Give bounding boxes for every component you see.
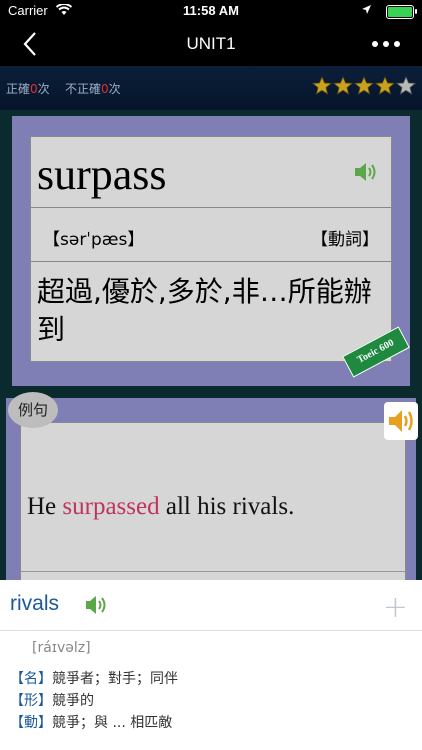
definition-row: 【名】競爭者；對手；同伴 [10,671,178,687]
clock: 11:58 AM [183,3,239,18]
add-word-button[interactable]: + [383,590,408,625]
example-label: 例句 [8,392,58,428]
divider [31,261,391,262]
more-options-icon[interactable] [372,41,400,47]
speaker-icon [389,410,413,432]
meaning-text: 超過,優於,多於,非…所能辦到 [37,275,372,346]
word-lookup-popup: rivals + [ráɪvəlz] 【名】競爭者；對手；同伴 【形】競爭的 【… [0,580,422,750]
location-arrow-icon [362,5,371,14]
definition-row: 【形】競爭的 [10,693,94,709]
divider [31,207,391,208]
wrong-count: 0 [100,82,109,96]
example-sentence: He surpassed all his rivals. [27,493,295,520]
example-card: He surpassed all his rivals. 例句 [6,392,418,614]
speaker-icon[interactable] [84,594,108,616]
divider [21,571,405,572]
lookup-word: rivals [10,592,60,615]
star-icon [375,76,395,95]
star-rating [312,76,416,96]
page-title: UNIT1 [186,34,236,53]
phonetic-text: 【sərˈpæs】 [43,230,145,250]
part-of-speech: 【動詞】 [311,230,379,250]
word-text: surpass [37,150,167,199]
example-speaker-button[interactable] [384,402,418,440]
divider [0,630,422,631]
star-icon [312,76,332,95]
word-card-inner: surpass 【sərˈpæs】 【動詞】 超過,優於,多於,非…所能辦到 [30,136,392,362]
star-icon [396,76,416,95]
word-card: surpass 【sərˈpæs】 【動詞】 超過,優於,多於,非…所能辦到 [12,116,410,386]
score-bar: 正確0次 不正確0次 [0,66,422,110]
status-bar: Carrier 11:58 AM [0,0,422,22]
answer-counts: 正確0次 不正確0次 [6,82,121,96]
highlighted-word[interactable]: surpassed [62,493,159,520]
speaker-icon[interactable] [353,161,379,183]
star-icon [333,76,353,95]
lookup-phonetic: [ráɪvəlz] [32,640,91,656]
battery-icon [386,5,417,19]
star-icon [354,76,374,95]
nav-bar: UNIT1 [0,22,422,66]
correct-count: 0 [30,82,38,96]
definition-row: 【動】競爭；與 ... 相匹敵 [10,715,173,731]
